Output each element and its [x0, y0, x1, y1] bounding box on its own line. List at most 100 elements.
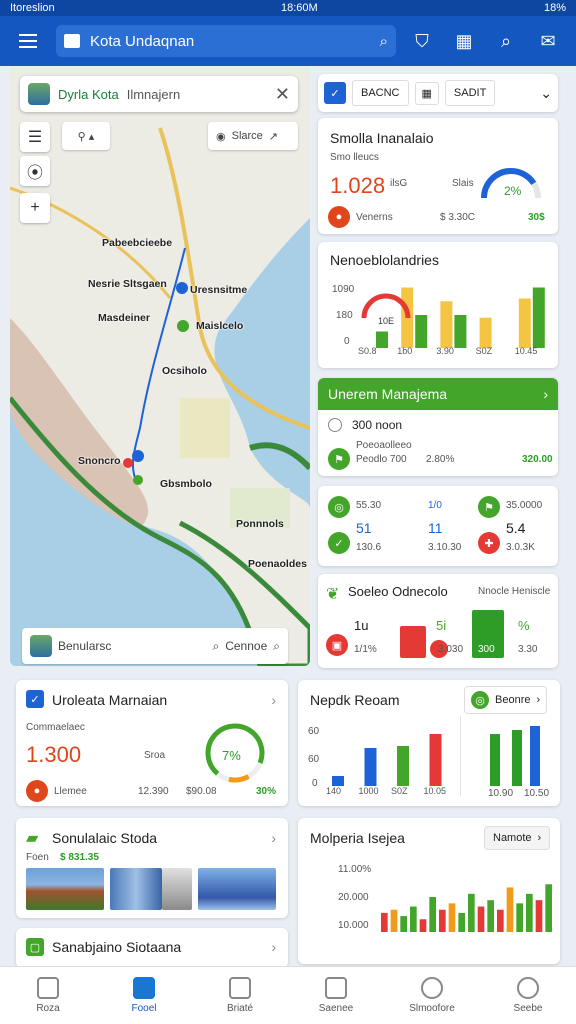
shield-icon[interactable]: ⛉: [406, 25, 438, 57]
book-icon: ▰: [26, 830, 39, 847]
check-icon[interactable]: ✓: [324, 82, 346, 104]
card3-row-icon: ⚑: [328, 448, 350, 470]
map-canvas: [10, 68, 310, 666]
stat-a: 35.0000: [506, 500, 543, 511]
social-card[interactable]: ❦ Soeleo Odnecolo Nnocle Heniscle 1u 5i …: [318, 574, 558, 668]
photo-building-1[interactable]: [26, 868, 104, 910]
status-left: Itoreslion: [10, 2, 55, 14]
card9-button[interactable]: Namote ›: [484, 826, 551, 850]
map-bottom-bar[interactable]: Benularsc ⌕ Cennoe ⌕: [22, 628, 288, 664]
app-bar: Kota Undaqnan ⌕ ⛉ ▦ ⌕ ✉: [0, 16, 576, 66]
locate-icon[interactable]: ⦿: [20, 156, 50, 186]
chart-card-7[interactable]: Nepdk Reoam ◎ Beonre › 60 60 0 140 1000 S0…: [298, 680, 560, 806]
card3-header[interactable]: Unerem Manajema ›: [318, 378, 558, 410]
card3-row2-sub: Peodlo 700: [356, 454, 407, 465]
close-icon[interactable]: ✕: [275, 84, 290, 105]
bar: [419, 919, 427, 932]
status-bar: Itoreslion 18:60M 18%: [0, 0, 576, 16]
map-label: Gbsmbolo: [160, 478, 212, 490]
nav-create[interactable]: Briaté: [192, 967, 288, 1024]
photo-building-2[interactable]: [110, 868, 162, 910]
nav-profile[interactable]: Seebe: [480, 967, 576, 1024]
search-icon[interactable]: ⌕: [380, 33, 388, 50]
map-label: Ponnnols: [236, 518, 284, 530]
card6-percent: 7%: [222, 748, 241, 763]
card2-ytick: 180: [336, 310, 353, 321]
status-card[interactable]: ▢ Sanabjaino Siotaana ›: [16, 928, 288, 968]
summary-card-1[interactable]: Smolla Inanalaio Smo lleucs 1.028 ilsG S…: [318, 118, 558, 234]
menu-button[interactable]: [10, 23, 46, 59]
card2-title: Nenoeblolandries: [330, 252, 439, 268]
bar: [429, 897, 436, 932]
bar: [487, 900, 494, 932]
card7-ytick: 0: [312, 778, 318, 789]
search-icon-2[interactable]: ⌕: [490, 25, 522, 57]
card5-title: Soeleo Odnecolo: [348, 584, 448, 599]
notification-icon[interactable]: ✉: [532, 25, 564, 57]
card1-footer-right: 30$: [528, 212, 545, 223]
search-bar[interactable]: Kota Undaqnan ⌕: [56, 25, 396, 57]
card1-footer-icon: ●: [328, 206, 350, 228]
bar: [497, 909, 504, 932]
management-card[interactable]: Unerem Manajema › 300 noon ⚑ Poeoaolleeo…: [318, 378, 558, 476]
share-label: Slarce: [231, 130, 263, 142]
check-icon-2: ✓: [26, 690, 44, 708]
calendar-icon[interactable]: ▦: [448, 25, 480, 57]
card6-value: 1.300: [26, 742, 82, 767]
map-label: Uresnsitme: [190, 284, 248, 296]
zoom-in-icon[interactable]: +: [20, 193, 50, 223]
stat-c: 130.6: [356, 542, 382, 553]
map-label: Nesrie Sltsgaen: [88, 278, 167, 290]
card6-footer-right: 30%: [256, 786, 277, 797]
social-study-card[interactable]: ▰ Sonulalaic Stoda › Foen $ 831.35: [16, 818, 288, 918]
action-button-1[interactable]: BACNC: [352, 80, 409, 106]
filter-icon[interactable]: ⌕: [273, 639, 280, 654]
building-icon: [133, 977, 155, 999]
nav-food[interactable]: Fooel: [96, 967, 192, 1024]
bar: [364, 748, 377, 786]
share-button[interactable]: ◉ Slarce ↗: [208, 122, 298, 150]
card7-button[interactable]: ◎ Beonre ›: [464, 686, 548, 714]
bar: [518, 298, 531, 348]
stat-a: 55.30: [356, 500, 382, 511]
card3-row2-title: Poeoaolleeo: [356, 440, 412, 451]
bottom-nav: Roza Fooel Briaté Saenee Slmoofore Seebe: [0, 966, 576, 1024]
chart-card-9[interactable]: Molperia Isejea Namote › 11.00% 20.000 1…: [298, 818, 560, 964]
bar: [332, 776, 344, 786]
card8-title: Sonulalaic Stoda: [52, 830, 158, 846]
radio-icon[interactable]: [328, 418, 342, 432]
card7b-chart: [490, 726, 540, 786]
nav-reports[interactable]: Saenee: [288, 967, 384, 1024]
photo-building-4[interactable]: [198, 868, 276, 910]
search-icon-3[interactable]: ⌕: [212, 639, 219, 654]
layers-icon[interactable]: ☰: [20, 122, 50, 152]
action-button-2[interactable]: SADIT: [444, 80, 496, 106]
chevron-right-icon: ›: [271, 692, 276, 708]
place-avatar: [30, 635, 52, 657]
map-location-card[interactable]: Dyrla Kota Ilmnajern ✕: [20, 76, 298, 112]
nav-home[interactable]: Roza: [0, 967, 96, 1024]
card6-title: Uroleata Marnaian: [52, 692, 168, 708]
card1-value: 1.028: [330, 173, 386, 198]
chart-card-2[interactable]: Nenoeblolandries 1090 180 0 10E S0.8 1b0 3…: [318, 242, 558, 368]
card5-n1: 1u: [354, 618, 369, 633]
location-title: Dyrla Kota: [58, 86, 119, 102]
nav-explore[interactable]: Slmoofore: [384, 967, 480, 1024]
stat-c: 3.0.3K: [506, 542, 535, 553]
map-view[interactable]: [10, 68, 310, 666]
bar: [439, 909, 446, 932]
photo-building-3[interactable]: [162, 868, 192, 910]
management-summary-card[interactable]: ✓ Uroleata Marnaian › Commaelaec 1.300 S…: [16, 680, 288, 806]
chevron-right-icon: ›: [543, 386, 548, 402]
card8-sub: Foen: [26, 852, 49, 863]
grid-icon[interactable]: ▦: [414, 81, 439, 105]
chevron-down-icon[interactable]: ⌄: [540, 85, 552, 102]
x-tick-label: 10.45: [514, 346, 538, 356]
card1-mid: Slais: [452, 178, 474, 189]
card5-s2: 3.030: [438, 644, 464, 655]
map-bottom-right: Cennoe: [225, 639, 268, 653]
stats-card[interactable]: ◎ 55.30 51 ✓ 130.6 1/0 11 3.10.30 ⚑ 35.0…: [318, 486, 558, 566]
bar: [468, 893, 475, 932]
card8-sub-green: $ 831.35: [60, 852, 99, 863]
people-icon[interactable]: ⚲ ▴: [62, 122, 110, 150]
